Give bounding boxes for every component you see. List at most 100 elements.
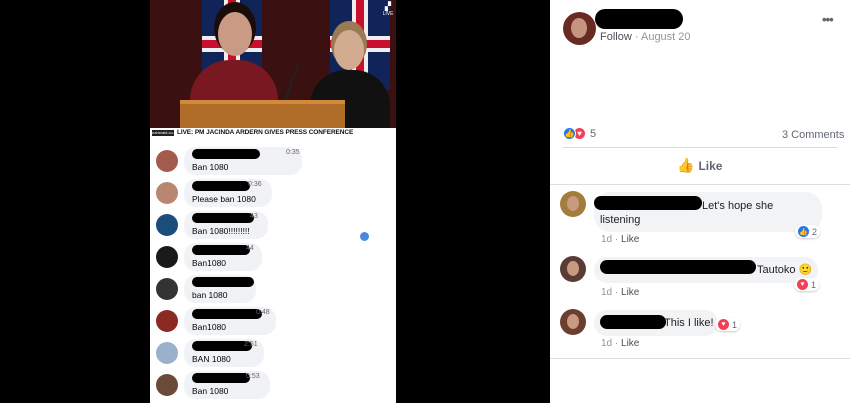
comment-like-link[interactable]: Like bbox=[621, 287, 639, 298]
live-label: LIVE bbox=[382, 11, 394, 17]
comment-like-link[interactable]: Like bbox=[621, 338, 639, 349]
meta-separator: · bbox=[634, 31, 639, 43]
comment-count-link[interactable]: 3 Comments bbox=[782, 129, 844, 141]
avatar[interactable] bbox=[156, 342, 178, 364]
redacted-name bbox=[192, 309, 262, 319]
comment-bubble: Tautoko 🙂 bbox=[594, 257, 818, 283]
more-horizontal-icon[interactable]: ••• bbox=[822, 12, 834, 27]
comment-bubble: 0:36 Please ban 1080 bbox=[184, 179, 272, 207]
like-button[interactable]: 👍 Like bbox=[677, 157, 722, 174]
redacted-name bbox=[192, 245, 250, 255]
live-comment: 2:51 BAN 1080 bbox=[156, 339, 264, 367]
comment-reaction-count: 1 bbox=[811, 279, 817, 290]
follow-link[interactable]: Follow bbox=[600, 31, 632, 43]
live-comment: 0:48 Ban1080 bbox=[156, 307, 276, 335]
thumbs-up-icon: 👍 bbox=[677, 157, 695, 173]
divider bbox=[562, 147, 838, 148]
comment-text: Ban1080 bbox=[192, 322, 227, 332]
comment-reactions[interactable]: 👍 2 bbox=[795, 225, 821, 238]
live-comment: 0:53 Ban 1080 bbox=[156, 371, 270, 399]
microphone bbox=[283, 64, 299, 104]
reaction-count: 5 bbox=[590, 127, 597, 140]
divider bbox=[550, 358, 850, 359]
comment-like-link[interactable]: Like bbox=[621, 234, 639, 245]
floating-like-icon bbox=[360, 232, 369, 241]
redacted-name bbox=[600, 315, 666, 329]
live-comment: 0:35 Ban 1080 bbox=[156, 147, 302, 175]
comment-time: 44 bbox=[246, 245, 254, 252]
comment-bubble: This I like! bbox=[594, 310, 718, 336]
love-reaction-icon: ♥ bbox=[797, 279, 808, 290]
commenter-avatar[interactable] bbox=[560, 256, 586, 282]
channel-icon: ▞ bbox=[384, 2, 392, 11]
post-meta: Follow · August 20 bbox=[600, 31, 691, 43]
avatar[interactable] bbox=[156, 182, 178, 204]
like-reaction-icon: 👍 bbox=[798, 226, 809, 237]
redacted-name bbox=[192, 341, 252, 351]
comment-bubble: 0:35 Ban 1080 bbox=[184, 147, 302, 175]
comment-text: Tautoko 🙂 bbox=[757, 264, 813, 276]
like-reaction-icon: 👍 bbox=[563, 127, 576, 140]
comment-time: 0:48 bbox=[256, 309, 270, 316]
live-video-panel: ▞ LIVE nzherald.co.nz LIVE: PM JACINDA AR… bbox=[150, 0, 396, 403]
like-button-label: Like bbox=[698, 158, 723, 173]
reaction-summary[interactable]: 👍 ♥ 5 bbox=[563, 127, 596, 140]
avatar[interactable] bbox=[156, 150, 178, 172]
banner-title: LIVE: PM JACINDA ARDERN GIVES PRESS CONF… bbox=[177, 129, 354, 136]
speaker-head bbox=[218, 12, 252, 56]
divider bbox=[550, 184, 850, 185]
screenshot-collage: ▞ LIVE nzherald.co.nz LIVE: PM JACINDA AR… bbox=[0, 0, 850, 403]
comment-time: 43 bbox=[250, 213, 258, 220]
comment-reactions[interactable]: ♥ 1 bbox=[794, 278, 820, 291]
avatar[interactable] bbox=[156, 374, 178, 396]
avatar[interactable] bbox=[156, 278, 178, 300]
comment-text: Ban 1080!!!!!!!!! bbox=[192, 226, 250, 236]
facebook-post: Follow · August 20 ••• 👍 ♥ 5 3 Comments … bbox=[550, 0, 850, 403]
avatar[interactable] bbox=[156, 214, 178, 236]
comment-bubble: 0:48 Ban1080 bbox=[184, 307, 276, 335]
comment-time: 0:36 bbox=[248, 181, 262, 188]
comment-meta: 1d · Like bbox=[601, 338, 640, 349]
comment-age[interactable]: 1d bbox=[601, 234, 612, 245]
video-frame[interactable]: ▞ LIVE bbox=[150, 0, 396, 128]
comment-bubble: 2:51 BAN 1080 bbox=[184, 339, 264, 367]
comment-bubble: Let's hope she listening bbox=[594, 192, 822, 232]
live-comment: 0:36 Please ban 1080 bbox=[156, 179, 272, 207]
live-logo: ▞ LIVE bbox=[382, 2, 394, 18]
live-comments-list: 0:35 Ban 1080 0:36 Please ban 1080 43 Ba… bbox=[150, 140, 396, 403]
comment-reaction-count: 2 bbox=[812, 226, 818, 237]
live-comment: 43 Ban 1080!!!!!!!!! bbox=[156, 211, 268, 239]
comment-reaction-count: 1 bbox=[732, 319, 738, 330]
comment-text: Let's hope she listening bbox=[600, 200, 774, 226]
comment-reactions[interactable]: ♥ 1 bbox=[715, 318, 741, 331]
avatar[interactable] bbox=[156, 310, 178, 332]
comment-bubble: 44 Ban1080 bbox=[184, 243, 262, 271]
post-date[interactable]: August 20 bbox=[641, 31, 691, 43]
redacted-name bbox=[192, 181, 250, 191]
comment-age[interactable]: 1d bbox=[601, 287, 612, 298]
redacted-name bbox=[600, 260, 756, 274]
comment-time: 0:35 bbox=[286, 149, 300, 156]
love-reaction-icon: ♥ bbox=[718, 319, 729, 330]
comment-bubble: ban 1080 bbox=[184, 275, 256, 303]
video-banner: nzherald.co.nz LIVE: PM JACINDA ARDERN G… bbox=[150, 128, 396, 137]
author-avatar[interactable] bbox=[563, 12, 596, 45]
commenter-avatar[interactable] bbox=[560, 191, 586, 217]
comment-bubble: 0:53 Ban 1080 bbox=[184, 371, 270, 399]
interpreter-head bbox=[334, 30, 364, 70]
redacted-author-name bbox=[595, 9, 683, 29]
comment-text: Ban 1080 bbox=[192, 162, 229, 172]
redacted-name bbox=[192, 213, 254, 223]
comment-age[interactable]: 1d bbox=[601, 338, 612, 349]
redacted-name bbox=[192, 149, 260, 159]
comment-time: 2:51 bbox=[244, 341, 258, 348]
comment-text: BAN 1080 bbox=[192, 354, 231, 364]
comment-text: ban 1080 bbox=[192, 290, 228, 300]
podium bbox=[180, 100, 345, 128]
redacted-name bbox=[192, 373, 250, 383]
commenter-avatar[interactable] bbox=[560, 309, 586, 335]
avatar[interactable] bbox=[156, 246, 178, 268]
redacted-name bbox=[192, 277, 254, 287]
comment-bubble: 43 Ban 1080!!!!!!!!! bbox=[184, 211, 268, 239]
comment-text: Ban1080 bbox=[192, 258, 227, 268]
